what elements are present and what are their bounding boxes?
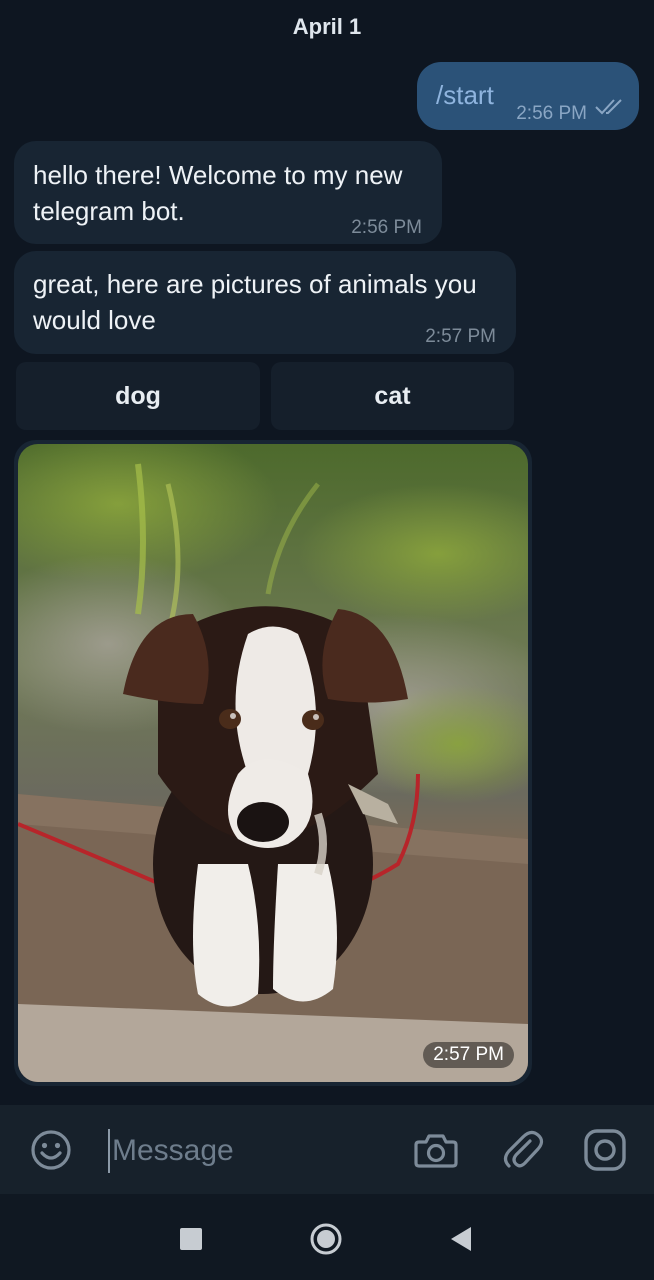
- camera-icon[interactable]: [413, 1127, 459, 1173]
- message-time: 2:56 PM: [516, 103, 587, 124]
- puppy-image: [18, 444, 528, 1082]
- keyboard-button-dog[interactable]: dog: [16, 362, 260, 430]
- message-time: 2:57 PM: [425, 326, 496, 347]
- message-time: 2:56 PM: [351, 217, 422, 238]
- date-label: April 1: [292, 14, 362, 39]
- puppy-photo[interactable]: 2:57 PM: [18, 444, 528, 1082]
- emoji-icon[interactable]: [28, 1127, 74, 1173]
- chat-area: April 1 /start 2:56 PM hello there! Welc…: [0, 0, 654, 1105]
- android-nav-bar: [0, 1194, 654, 1280]
- incoming-message[interactable]: hello there! Welcome to my new telegram …: [14, 141, 442, 244]
- back-triangle-icon[interactable]: [449, 1226, 473, 1252]
- message-input-bar: [0, 1105, 654, 1194]
- attach-icon[interactable]: [500, 1127, 546, 1173]
- photo-message[interactable]: 2:57 PM: [14, 440, 532, 1086]
- instagram-icon[interactable]: [582, 1127, 628, 1173]
- incoming-message[interactable]: great, here are pictures of animals you …: [14, 251, 516, 354]
- outgoing-message[interactable]: /start 2:56 PM: [417, 62, 639, 130]
- photo-time: 2:57 PM: [423, 1042, 514, 1068]
- home-circle-icon[interactable]: [309, 1222, 343, 1256]
- recents-square-icon[interactable]: [179, 1227, 203, 1251]
- read-checkmarks-icon: [595, 99, 622, 115]
- message-text: /start: [436, 80, 494, 110]
- keyboard-button-cat[interactable]: cat: [271, 362, 514, 430]
- message-input[interactable]: [108, 1129, 398, 1173]
